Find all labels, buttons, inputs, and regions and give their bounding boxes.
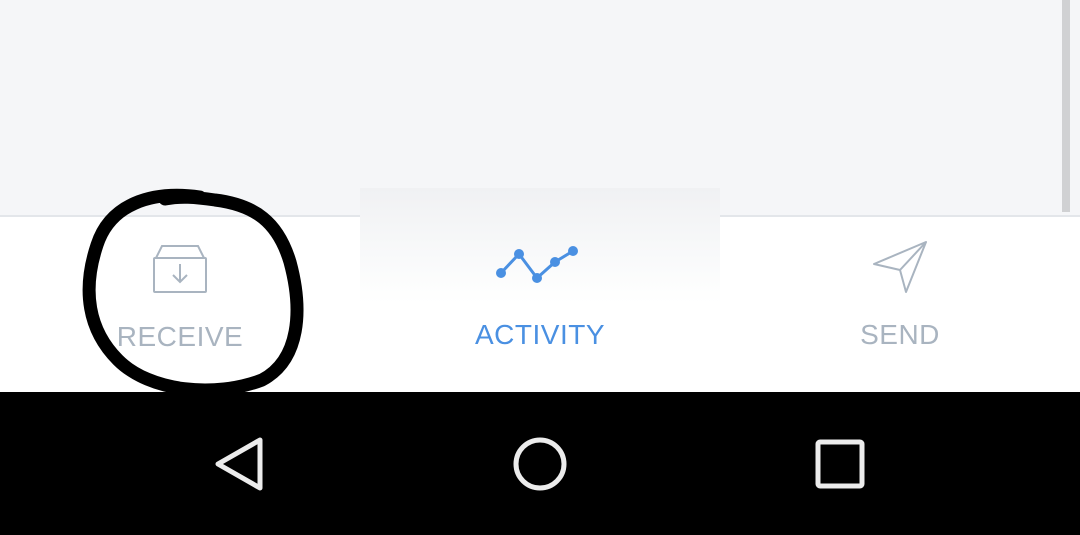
content-area <box>0 0 1080 215</box>
tab-receive-label: RECEIVE <box>116 321 244 352</box>
tab-send[interactable]: SEND <box>720 215 1080 390</box>
tab-send-label: SEND <box>860 319 940 350</box>
scrollbar[interactable] <box>1062 0 1070 212</box>
android-navigation-bar <box>0 392 1080 535</box>
tab-activity[interactable]: ACTIVITY <box>360 215 720 390</box>
activity-chart-icon <box>495 243 585 290</box>
paper-plane-icon <box>872 240 928 299</box>
back-triangle-icon[interactable] <box>210 432 270 497</box>
recents-square-icon[interactable] <box>810 432 870 501</box>
inbox-download-icon <box>152 242 208 299</box>
tab-activity-label: ACTIVITY <box>474 319 605 350</box>
tab-receive[interactable]: RECEIVE <box>0 217 360 392</box>
home-circle-icon[interactable] <box>510 432 570 501</box>
